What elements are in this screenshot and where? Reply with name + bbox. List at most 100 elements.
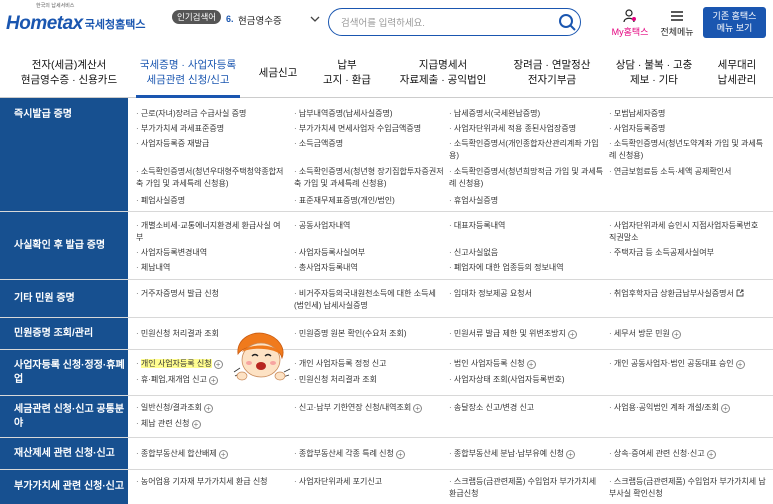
nav-tab-agent[interactable]: 세무대리 납세관리 [706,58,768,88]
menu-link[interactable]: 근로(자녀)장려금 수급사실 증명 [136,108,286,120]
menu-link[interactable]: 상속·증여세 관련 신청·신고+ [609,448,769,460]
popular-search-term[interactable]: 현금영수증 [238,13,282,27]
my-hometax-button[interactable]: My홈택스 [610,8,650,38]
plus-icon[interactable]: + [213,360,223,369]
menu-link[interactable]: 체납 관련 신청+ [136,418,286,430]
menu-link[interactable]: 민원증명 원본 확인(수요처 조회) [294,328,444,340]
menu-link[interactable]: 사업자등록변경내역 [136,247,286,259]
menu-link[interactable]: 연금보험료등 소득·세액 공제확인서 [609,166,767,178]
menu-link[interactable]: 사업자등록증 재발급 [136,138,286,150]
row-title: 사실확인 후 발급 증명 [0,212,128,279]
menu-link[interactable]: 사업자단위과세 승인시 지점사업자등록번호 직권말소 [609,220,767,244]
menu-link[interactable]: 법인 사업자등록 신청+ [449,358,604,370]
menu-link[interactable]: 사업용·공익법인 계좌 개설/조회+ [609,402,769,414]
menu-link[interactable]: 체납내역 [136,262,286,274]
menu-link[interactable]: 납세증명서(국세완납증명) [449,108,604,120]
menu-link[interactable]: 스크랩등(금관련제품) 수입업자 부가가치세 납부사실 확인신청 [609,476,769,500]
nav-tab-invoice[interactable]: 전자(세금)계산서 현금영수증 · 신용카드 [14,58,124,88]
menu-link[interactable]: 사업자등록증명 [609,123,767,135]
menu-link[interactable]: 부가가치세 면세사업자 수입금액증명 [294,123,444,135]
menu-link[interactable]: 종합부동산세 분납·납부유예 신청+ [449,448,609,460]
menu-link[interactable]: 종합부동산세 각종 특례 신청+ [294,448,444,460]
plus-icon[interactable]: + [671,330,681,339]
menu-link[interactable]: 폐업자에 대한 업종등의 정보내역 [449,262,604,274]
search-input[interactable]: 검색어를 입력하세요. [328,8,581,36]
menu-link[interactable]: 소득확인증명서(청년우대형주택청약종합저축 가입 및 과세특례 신청용) [136,166,288,190]
menu-link[interactable]: 일반신청/결과조회+ [136,402,286,414]
plus-icon[interactable]: + [706,450,716,459]
nav-tab-payment[interactable]: 납부 고지 · 환급 [310,58,384,88]
nav-label: 현금영수증 · 신용카드 [20,74,118,86]
menu-link[interactable]: 신고사실없음 [449,247,604,259]
plus-icon[interactable]: + [720,404,730,413]
menu-row: 사업자등록 신청·정정·휴폐업 개인 사업자등록 신청+ 개인 사업자등록 정정… [0,350,773,396]
menu-link-highlighted[interactable]: 개인 사업자등록 신청+ [128,358,232,370]
nav-tab-certificate[interactable]: 국세증명 · 사업자등록 세금관련 신청/신고 [132,58,244,88]
menu-link[interactable]: 휴·폐업,재개업 신고+ [136,374,236,386]
menu-link-text: 취업후학자금 상환금납부사실증명서 [613,289,734,298]
menu-link[interactable]: 소득확인증명서(청년희망적금 가입 및 과세특례 신청용) [449,166,604,190]
menu-link[interactable]: 부가가치세 과세표준증명 [136,123,286,135]
menu-link[interactable]: 거주자증명서 발급 신청 [136,288,286,300]
menu-link[interactable]: 개별소비세·교통에너지환경세 환급사실 여부 [136,220,286,244]
nav-label: 지급명세서 [418,59,468,71]
logo-tagline: 한국의 납세서비스 [36,3,75,9]
menu-link[interactable]: 민원서류 발급 제한 및 위변조방지+ [449,328,604,340]
nav-tab-statement[interactable]: 지급명세서자료제출 · 공익법인 [388,58,498,88]
plus-icon[interactable]: + [204,404,213,413]
nav-tab-tax-report[interactable]: 세금신고 [252,66,304,81]
menu-link[interactable]: 농어업용 기자재 부가가치세 환급 신청 [136,476,288,488]
chevron-down-icon[interactable] [308,12,322,26]
menu-link[interactable]: 임대차 정보제공 요청서 [449,288,604,300]
menu-link[interactable]: 사업자등록사실여부 [294,247,444,259]
menu-link[interactable]: 비거주자등의국내원천소득에 대한 소득세(법인세) 납세사실증명 [294,288,444,312]
menu-link[interactable]: 종합부동산세 합산배제+ [136,448,286,460]
menu-link[interactable]: 민원신청 처리결과 조회 [294,374,444,386]
menu-link[interactable]: 취업후학자금 상환금납부사실증명서 [609,288,767,300]
menu-link[interactable]: 개인 공동사업자·법인 공동대표 승인+ [609,358,769,370]
row-title: 민원증명 조회/관리 [0,318,128,349]
menu-link-text: 종합부동산세 분납·납부유예 신청 [453,449,565,458]
plus-icon[interactable]: + [567,330,577,339]
nav-tab-consult[interactable]: 상담 · 불복 · 고충 제보 · 기타 [606,58,702,88]
plus-icon[interactable]: + [191,420,201,429]
plus-icon[interactable]: + [395,450,405,459]
menu-link-text: 개인 공동사업자·법인 공동대표 승인 [613,359,734,368]
menu-link[interactable]: 소득금액증명 [294,138,444,150]
menu-link[interactable]: 소득확인증명서(청년형 장기집합투자증권저축 가입 및 과세특례 신청용) [294,166,444,190]
menu-link-text: 사업용·공익법인 계좌 개설/조회 [613,403,719,412]
menu-link[interactable]: 모범납세자증명 [609,108,767,120]
nav-label: 자료제출 · 공익법인 [399,74,487,86]
menu-link[interactable]: 신고·납부 기한연장 신청/내역조회+ [294,402,449,414]
menu-link[interactable]: 소득확인증명서(청년도약계좌 가입 및 과세특례 신청용) [609,138,767,162]
menu-link[interactable]: 세무서 방문 민원+ [609,328,767,340]
plus-icon[interactable]: + [413,404,423,413]
plus-icon[interactable]: + [526,360,536,369]
nav-tab-incentive[interactable]: 장려금 · 연말정산 전자기부금 [502,58,602,88]
menu-link[interactable]: 사업자단위과세 포기신고 [294,476,444,488]
menu-link[interactable]: 송달장소 신고/변경 신고 [449,402,604,414]
menu-link[interactable]: 개인 사업자등록 정정 신고 [294,358,444,370]
all-menu-button[interactable]: 전체메뉴 [658,8,696,38]
menu-link[interactable]: 폐업사실증명 [136,195,286,207]
menu-link[interactable]: 휴업사실증명 [449,195,604,207]
menu-link[interactable]: 사업자단위과세 적용 종된사업장증명 [449,123,604,135]
menu-link[interactable]: 대표자등록내역 [449,220,604,232]
search-icon[interactable] [556,11,578,33]
menu-link[interactable]: 납부내역증명(납세사실증명) [294,108,444,120]
plus-icon[interactable]: + [218,450,228,459]
legacy-menu-button[interactable]: 기존 홈택스 메뉴 보기 [703,7,766,38]
plus-icon[interactable]: + [208,376,218,385]
search-placeholder: 검색어를 입력하세요. [341,18,425,29]
menu-link[interactable]: 표준재무제표증명(개인/법인) [294,195,444,207]
legacy-menu-line1: 기존 홈택스 [712,11,757,21]
menu-link[interactable]: 총사업자등록내역 [294,262,444,274]
menu-link[interactable]: 공동사업자내역 [294,220,444,232]
plus-icon[interactable]: + [566,450,576,459]
hometax-logo[interactable]: 한국의 납세서비스 Hometax 국세청홈택스 [6,3,145,36]
menu-link[interactable]: 소득확인증명서(개인종합자산관리계좌 가입용) [449,138,604,162]
menu-link[interactable]: 사업자상태 조회(사업자등록번호) [449,374,604,386]
menu-link[interactable]: 주택자금 등 소득공제사실여부 [609,247,767,259]
menu-link[interactable]: 스크랩등(금관련제품) 수입업자 부가가치세 환급신청 [449,476,604,500]
plus-icon[interactable]: + [735,360,745,369]
